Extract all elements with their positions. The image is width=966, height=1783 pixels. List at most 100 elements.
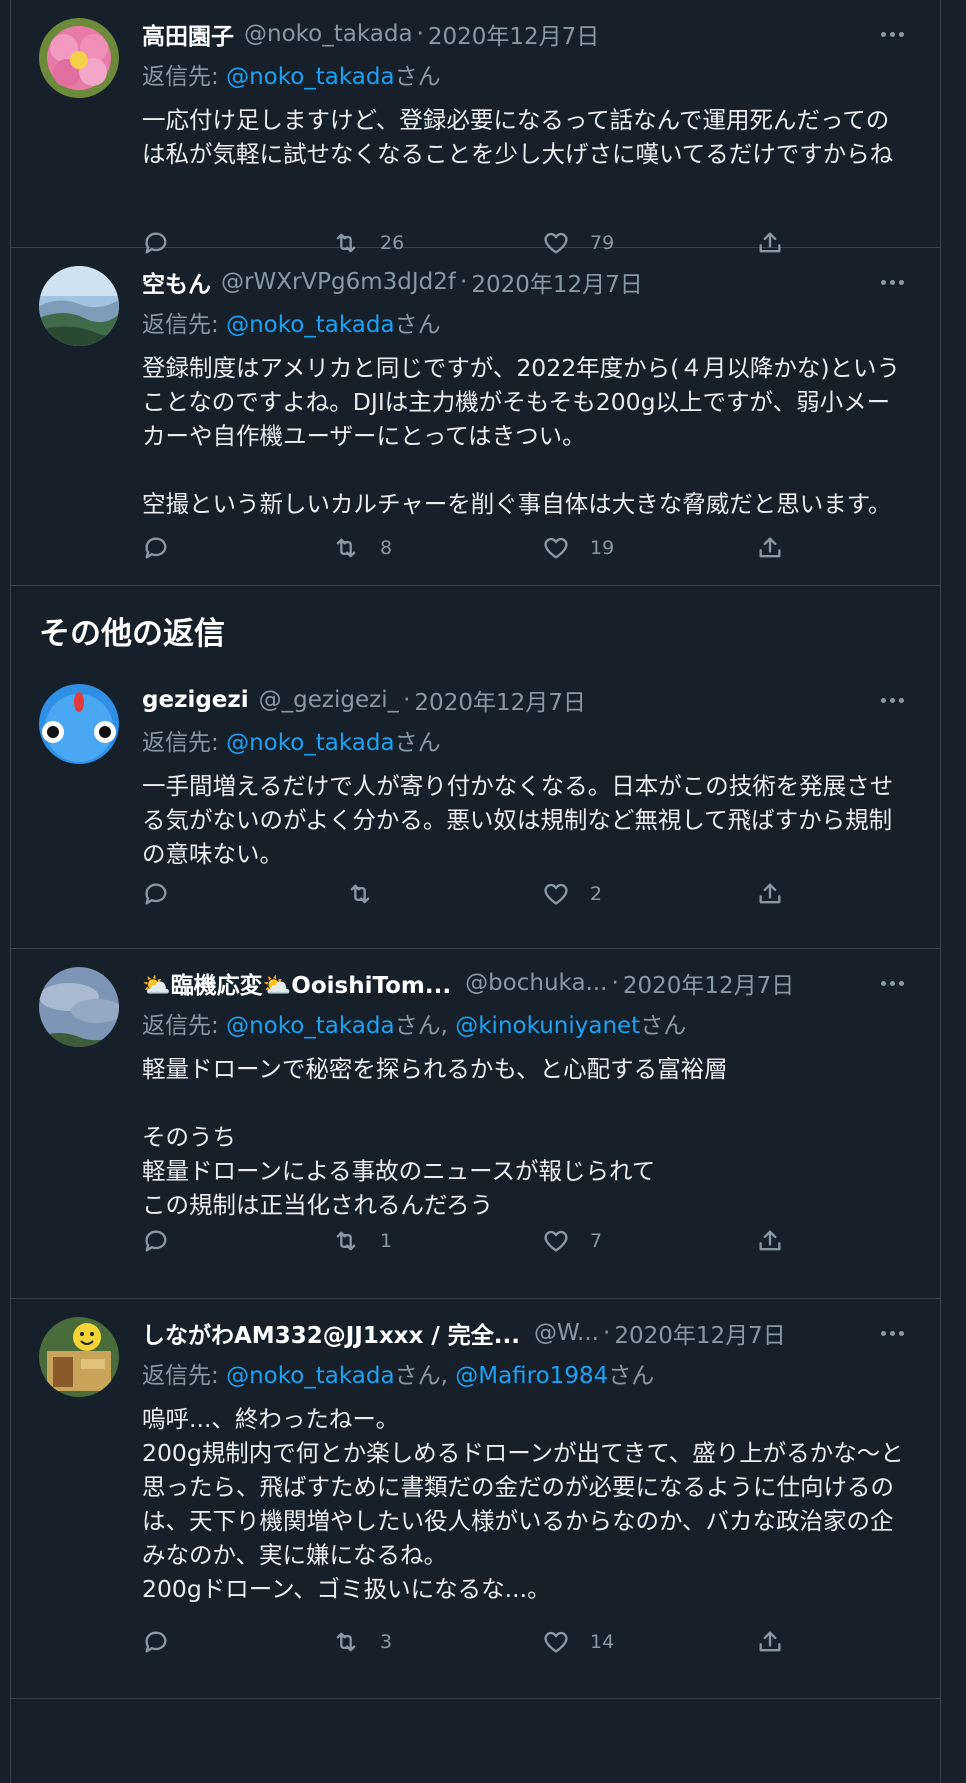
more-options-icon[interactable] xyxy=(872,967,912,999)
heart-icon xyxy=(544,883,568,905)
tweet-date[interactable]: 2020年12月7日 xyxy=(471,265,642,299)
reply-icon xyxy=(145,1631,167,1653)
section-title: その他の返信 xyxy=(39,616,225,652)
heart-icon xyxy=(544,1230,568,1252)
avatar[interactable] xyxy=(39,266,119,346)
tweet[interactable]: gezigezi @_gezigezi_ · 2020年12月7日 返信先: @… xyxy=(11,666,940,949)
tweet-date[interactable]: 2020年12月7日 xyxy=(614,1316,785,1350)
more-options-icon[interactable] xyxy=(872,266,912,298)
mention-link[interactable]: @noko_takada xyxy=(226,1013,395,1039)
tweet[interactable]: 空もん @rWXrVPg6m3dJd2f · 2020年12月7日 返信先: @… xyxy=(11,248,940,586)
reply-to-label: 返信先: xyxy=(142,730,227,756)
retweet-icon xyxy=(350,884,370,904)
tweet-header: 高田園子 @noko_takada · 2020年12月7日 xyxy=(142,18,912,50)
retweet-button[interactable]: 1 xyxy=(332,1227,542,1255)
mention-suffix: さん xyxy=(394,730,441,756)
blue-character-avatar-image xyxy=(39,684,119,764)
tweet-text: 登録制度はアメリカと同じですが、2022年度から(４月以降かな)ということなので… xyxy=(142,354,900,518)
mountain-avatar-image xyxy=(39,266,119,346)
more-options-icon[interactable] xyxy=(872,1317,912,1349)
mention-suffix: さん xyxy=(608,1363,655,1389)
separator-dot: · xyxy=(403,687,411,713)
display-name[interactable]: ⛅臨機応変⛅OoishiTom... xyxy=(142,966,451,1000)
display-name[interactable]: しながわAM332@JJ1xxx / 完全... xyxy=(142,1316,520,1350)
retweet-button[interactable] xyxy=(332,880,542,908)
reply-to-label: 返信先: xyxy=(142,64,227,90)
tweet-date[interactable]: 2020年12月7日 xyxy=(414,683,585,717)
retweet-button[interactable]: 8 xyxy=(332,534,542,562)
heart-icon xyxy=(544,1631,568,1653)
like-button[interactable]: 2 xyxy=(542,880,732,908)
reply-to-label: 返信先: xyxy=(142,1013,227,1039)
reply-to-line: 返信先: @noko_takadaさん xyxy=(142,305,912,339)
retweet-button[interactable]: 3 xyxy=(332,1628,542,1656)
tweet-actions: 8 19 xyxy=(142,528,802,568)
share-button[interactable] xyxy=(756,1628,784,1656)
mention-suffix: さん xyxy=(640,1013,687,1039)
mention-link[interactable]: @Mafiro1984 xyxy=(455,1363,608,1389)
more-replies-section: その他の返信 xyxy=(11,586,940,666)
tweet-date[interactable]: 2020年12月7日 xyxy=(623,966,794,1000)
retweet-count: 1 xyxy=(380,1230,393,1252)
tweet-header: しながわAM332@JJ1xxx / 完全... @W... · 2020年12… xyxy=(142,1317,912,1349)
reply-to-line: 返信先: @noko_takadaさん, @Mafiro1984さん xyxy=(142,1356,912,1390)
user-handle[interactable]: @W... xyxy=(534,1320,599,1346)
share-icon xyxy=(759,1230,781,1251)
user-handle[interactable]: @_gezigezi_ xyxy=(259,687,399,713)
tweet-header: 空もん @rWXrVPg6m3dJd2f · 2020年12月7日 xyxy=(142,266,912,298)
reply-to-line: 返信先: @noko_takadaさん xyxy=(142,57,912,91)
page: 高田園子 @noko_takada · 2020年12月7日 返信先: @nok… xyxy=(0,0,966,1783)
like-button[interactable]: 7 xyxy=(542,1227,732,1255)
sky-avatar-image xyxy=(39,967,119,1047)
tweet-actions: 3 14 xyxy=(142,1622,802,1662)
avatar[interactable] xyxy=(39,1317,119,1397)
avatar[interactable] xyxy=(39,967,119,1047)
tweet-text: 軽量ドローンで秘密を探られるかも、と心配する富裕層 そのうち 軽量ドローンによる… xyxy=(142,1055,728,1219)
share-button[interactable] xyxy=(756,880,784,908)
user-handle[interactable]: @noko_takada xyxy=(244,21,413,47)
retweet-count: 8 xyxy=(380,537,393,559)
timeline-column: 高田園子 @noko_takada · 2020年12月7日 返信先: @nok… xyxy=(10,0,941,1783)
share-icon xyxy=(759,537,781,558)
tweet-date[interactable]: 2020年12月7日 xyxy=(428,17,599,51)
reply-to-line: 返信先: @noko_takadaさん xyxy=(142,723,912,757)
user-handle[interactable]: @rWXrVPg6m3dJd2f xyxy=(221,269,456,295)
tweet-actions: 1 7 xyxy=(142,1221,802,1261)
mention-link[interactable]: @noko_takada xyxy=(226,64,395,90)
tweet[interactable]: ⛅臨機応変⛅OoishiTom... @bochuka... · 2020年12… xyxy=(11,949,940,1299)
tweet[interactable]: 高田園子 @noko_takada · 2020年12月7日 返信先: @nok… xyxy=(11,0,940,254)
mention-link[interactable]: @noko_takada xyxy=(226,1363,395,1389)
reply-button[interactable] xyxy=(142,1628,332,1656)
tweet[interactable]: しながわAM332@JJ1xxx / 完全... @W... · 2020年12… xyxy=(11,1299,940,1699)
display-name[interactable]: 高田園子 xyxy=(142,17,234,51)
share-button[interactable] xyxy=(756,534,784,562)
avatar[interactable] xyxy=(39,18,119,98)
mention-link[interactable]: @noko_takada xyxy=(226,730,395,756)
display-name[interactable]: 空もん xyxy=(142,265,211,299)
mention-suffix: さん, xyxy=(394,1013,456,1039)
retweet-count: 3 xyxy=(380,1631,393,1653)
like-button[interactable]: 14 xyxy=(542,1628,732,1656)
mention-suffix: さん, xyxy=(394,1363,456,1389)
tweet-actions: 2 xyxy=(142,874,802,914)
separator-dot: · xyxy=(416,21,424,47)
like-button[interactable]: 19 xyxy=(542,534,732,562)
more-options-icon[interactable] xyxy=(872,18,912,50)
avatar[interactable] xyxy=(39,684,119,764)
tweet-text: 一応付け足しますけど、登録必要になるって話なんで運用死んだってのは私が気軽に試せ… xyxy=(142,106,894,168)
tweet-header: ⛅臨機応変⛅OoishiTom... @bochuka... · 2020年12… xyxy=(142,967,912,999)
share-button[interactable] xyxy=(756,1227,784,1255)
user-handle[interactable]: @bochuka... xyxy=(465,970,607,996)
display-name[interactable]: gezigezi xyxy=(142,687,249,713)
reply-button[interactable] xyxy=(142,880,332,908)
mention-link[interactable]: @kinokuniyanet xyxy=(455,1013,640,1039)
reply-button[interactable] xyxy=(142,534,332,562)
more-options-icon[interactable] xyxy=(872,684,912,716)
separator-dot: · xyxy=(460,269,468,295)
like-count: 2 xyxy=(590,883,603,905)
mention-link[interactable]: @noko_takada xyxy=(226,312,395,338)
tweet-text: 一手間増えるだけで人が寄り付かなくなる。日本がこの技術を発展させる気がないのがよ… xyxy=(142,772,894,868)
reply-icon xyxy=(145,883,167,905)
reply-button[interactable] xyxy=(142,1227,332,1255)
retweet-icon xyxy=(336,1632,356,1652)
